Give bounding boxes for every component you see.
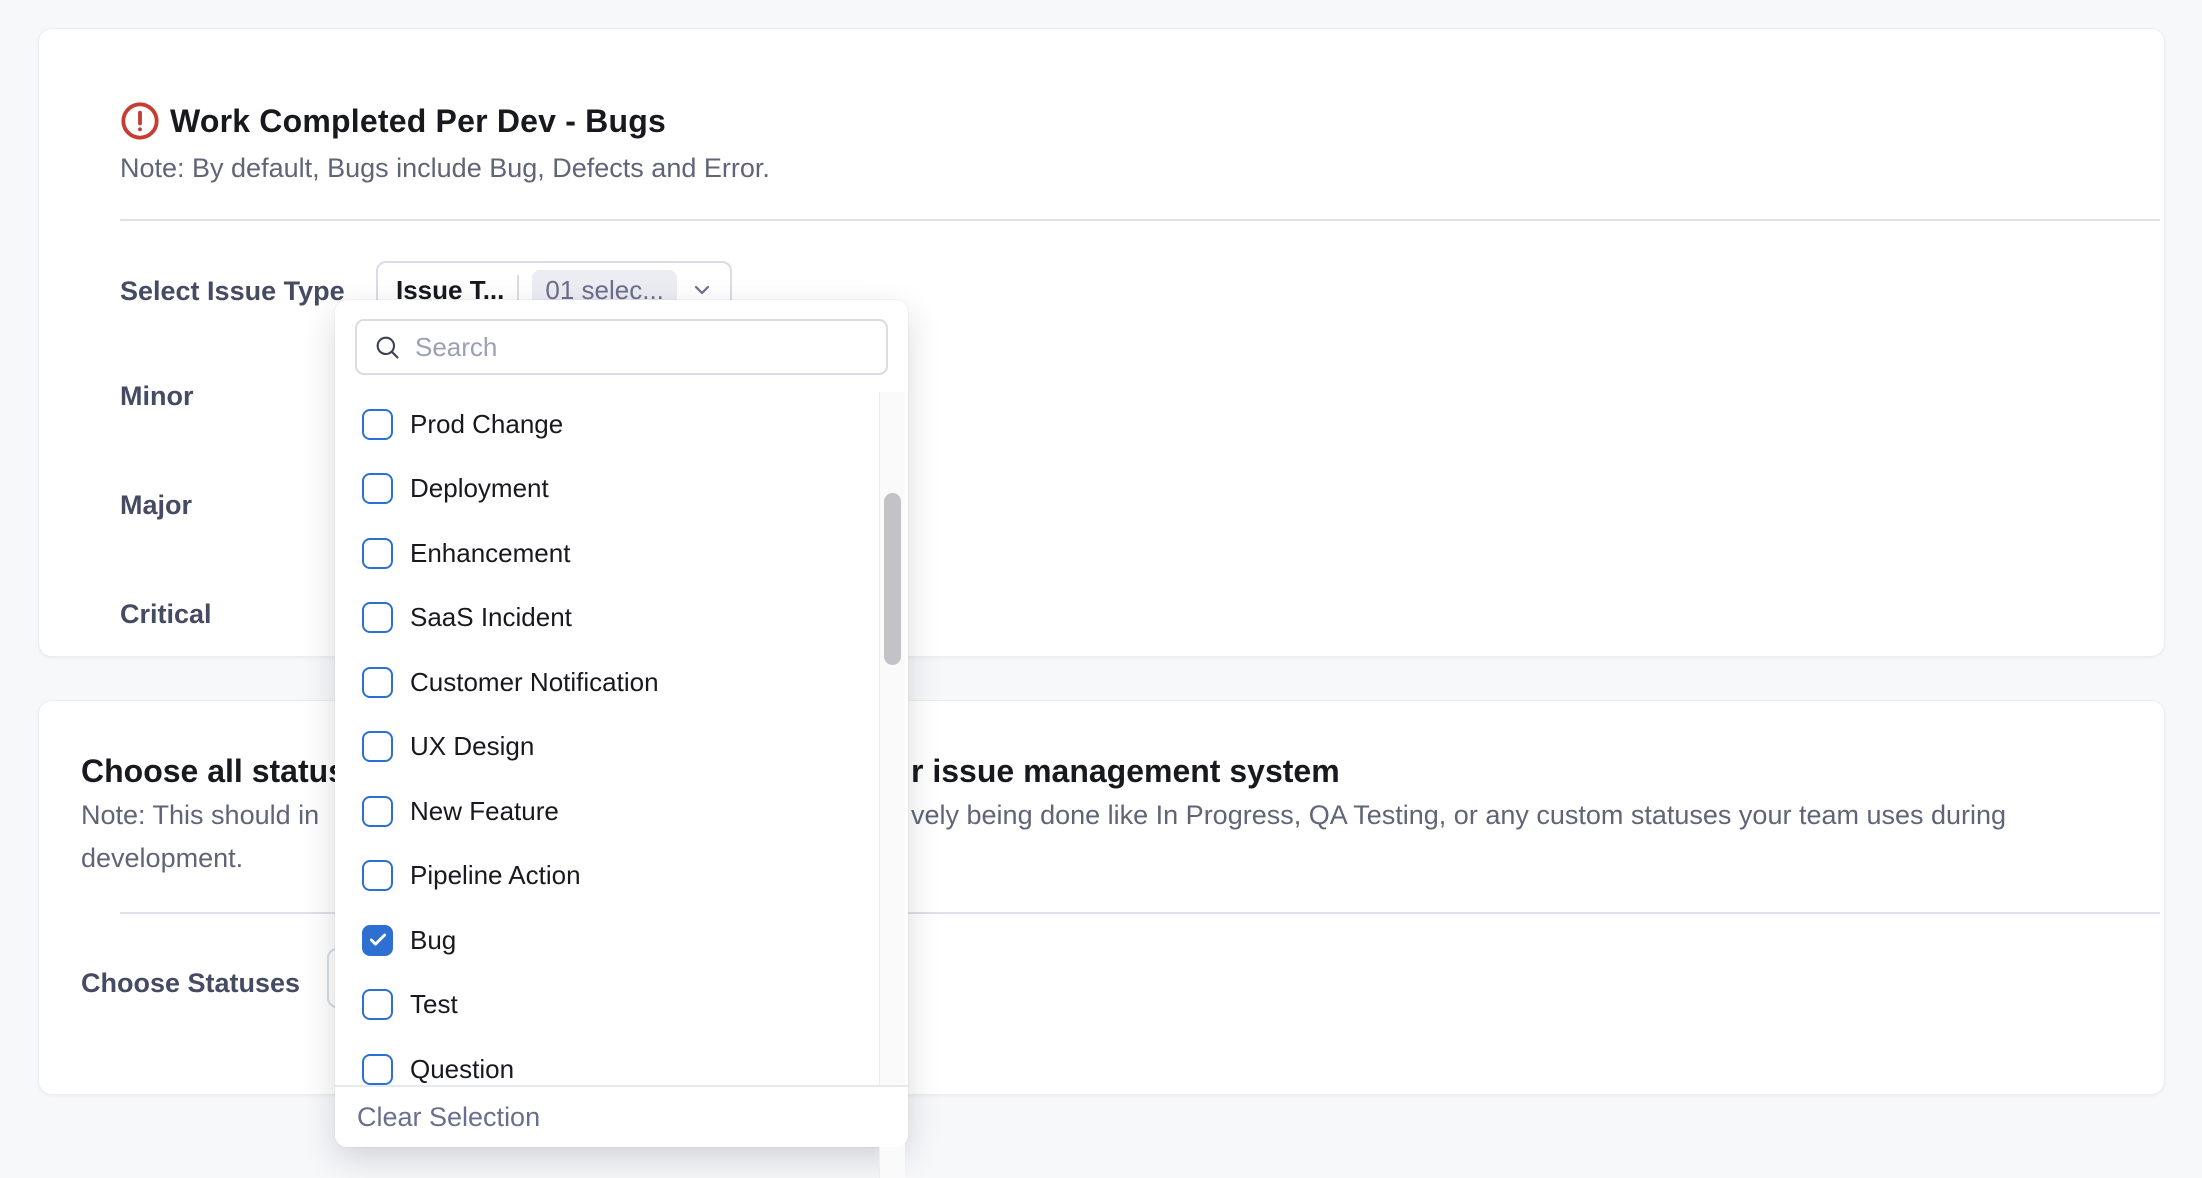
search-input[interactable]: [415, 332, 870, 363]
divider: [120, 219, 2160, 221]
option-label: Customer Notification: [410, 667, 659, 698]
statuses-note-left-fragment: Note: This should in: [81, 800, 319, 831]
option-label: Deployment: [410, 473, 549, 504]
checkbox[interactable]: [362, 1054, 393, 1085]
issue-type-dropdown-panel: Prod Change Deployment Enhancement SaaS …: [335, 300, 908, 1147]
dropdown-search[interactable]: [355, 319, 888, 375]
search-icon: [373, 333, 401, 361]
check-icon: [368, 930, 388, 950]
severity-label-minor: Minor: [120, 381, 194, 412]
statuses-heading-right-fragment: r issue management system: [911, 753, 1340, 790]
option-label: Pipeline Action: [410, 860, 581, 891]
statuses-heading-left-fragment: Choose all status: [81, 753, 346, 790]
option-label: New Feature: [410, 796, 559, 827]
chevron-down-icon: [690, 278, 714, 302]
checkbox[interactable]: [362, 409, 393, 440]
checkbox[interactable]: [362, 925, 393, 956]
page-title: Work Completed Per Dev - Bugs: [170, 103, 666, 140]
option-label: UX Design: [410, 731, 534, 762]
option-test[interactable]: Test: [335, 973, 908, 1038]
option-label: SaaS Incident: [410, 602, 572, 633]
option-bug[interactable]: Bug: [335, 908, 908, 973]
option-enhancement[interactable]: Enhancement: [335, 521, 908, 586]
select-issue-type-label: Select Issue Type: [120, 276, 345, 307]
card-note: Note: By default, Bugs include Bug, Defe…: [120, 153, 770, 184]
scrollbar-track[interactable]: [879, 392, 905, 1178]
statuses-note-line2: development.: [81, 843, 243, 874]
option-label: Bug: [410, 925, 456, 956]
option-new-feature[interactable]: New Feature: [335, 779, 908, 844]
option-label: Question: [410, 1054, 514, 1085]
severity-label-major: Major: [120, 490, 192, 521]
checkbox[interactable]: [362, 731, 393, 762]
issue-type-option-list: Prod Change Deployment Enhancement SaaS …: [335, 392, 908, 1102]
card-title-row: Work Completed Per Dev - Bugs: [120, 101, 666, 141]
option-label: Prod Change: [410, 409, 563, 440]
severity-label-critical: Critical: [120, 599, 212, 630]
checkbox[interactable]: [362, 667, 393, 698]
checkbox[interactable]: [362, 473, 393, 504]
option-pipeline-action[interactable]: Pipeline Action: [335, 844, 908, 909]
scrollbar-thumb[interactable]: [884, 493, 901, 665]
option-saas-incident[interactable]: SaaS Incident: [335, 586, 908, 651]
dropdown-footer: Clear Selection: [335, 1087, 908, 1147]
checkbox[interactable]: [362, 538, 393, 569]
checkbox[interactable]: [362, 989, 393, 1020]
alert-circle-icon: [120, 101, 160, 141]
statuses-note-right-fragment: vely being done like In Progress, QA Tes…: [911, 800, 2006, 831]
checkbox[interactable]: [362, 796, 393, 827]
clear-selection-button[interactable]: Clear Selection: [357, 1102, 540, 1133]
option-customer-notification[interactable]: Customer Notification: [335, 650, 908, 715]
option-label: Test: [410, 989, 458, 1020]
checkbox[interactable]: [362, 860, 393, 891]
choose-statuses-label: Choose Statuses: [81, 968, 300, 999]
option-deployment[interactable]: Deployment: [335, 457, 908, 522]
option-label: Enhancement: [410, 538, 570, 569]
option-prod-change[interactable]: Prod Change: [335, 392, 908, 457]
checkbox[interactable]: [362, 602, 393, 633]
option-ux-design[interactable]: UX Design: [335, 715, 908, 780]
page: Work Completed Per Dev - Bugs Note: By d…: [0, 0, 2202, 1178]
